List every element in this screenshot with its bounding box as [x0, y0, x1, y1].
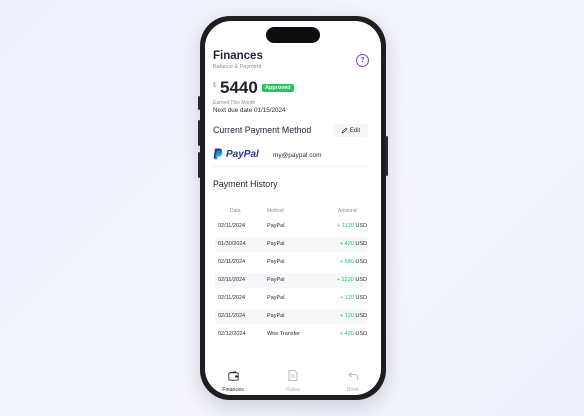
tab-label: Rates [286, 387, 300, 393]
row-amount: + 120 USD [340, 295, 367, 301]
row-method: PayPal [267, 277, 285, 283]
table-row[interactable]: 02/11/2024 PayPal + 580 USD [215, 255, 367, 270]
currency-symbol: $ [213, 83, 217, 89]
balance-amount: 5440 [220, 78, 258, 97]
phone-frame: Finances Balance & Payment ? $ 5440 Appr… [198, 16, 388, 400]
divider [213, 166, 369, 167]
row-currency: USD [355, 223, 367, 229]
row-date: 02/11/2024 [218, 313, 246, 319]
payment-method-title: Current Payment Method [213, 125, 312, 135]
row-amount-value: + 580 [340, 259, 354, 265]
paypal-p-icon [213, 148, 223, 160]
table-row[interactable]: 02/11/2024 PayPal + 120 USD [215, 309, 367, 324]
row-amount-number: 580 [344, 259, 354, 265]
tab-bar: Finances Rates Book [205, 364, 381, 395]
column-header-method: Method [267, 208, 284, 214]
table-row[interactable]: 02/11/2024 PayPal + 120 USD [215, 291, 367, 306]
page-title: Finances [213, 50, 263, 62]
row-amount-number: 1120 [342, 223, 354, 229]
row-date: 02/11/2024 [218, 277, 246, 283]
row-currency: USD [355, 295, 367, 301]
row-amount: + 120 USD [340, 313, 367, 319]
wallet-icon [227, 371, 239, 381]
column-header-amount: Amound [338, 208, 357, 214]
row-date: 01/30/2024 [218, 241, 246, 247]
edit-label: Edit [349, 127, 361, 134]
row-amount: + 580 USD [340, 259, 367, 265]
document-icon [288, 370, 298, 381]
row-currency: USD [355, 259, 367, 265]
row-date: 02/12/2024 [218, 331, 246, 337]
row-amount-value: + 120 [340, 295, 354, 301]
row-method: PayPal [267, 223, 285, 229]
row-amount-sign: + [339, 313, 344, 319]
row-amount: + 2220 USD [337, 277, 367, 283]
paypal-email: my@paypal.com [273, 152, 322, 159]
earned-label: Earned This Month [213, 100, 256, 106]
row-method: Wire Transfer [267, 331, 301, 337]
row-currency: USD [355, 331, 367, 337]
power-button [386, 136, 388, 176]
edit-button[interactable]: Edit [333, 124, 368, 137]
row-amount-sign: + [339, 241, 344, 247]
row-amount: + 1120 USD [337, 223, 367, 229]
row-amount-value: + 420 [340, 241, 354, 247]
row-method: PayPal [267, 259, 285, 265]
row-currency: USD [355, 277, 367, 283]
undo-icon [347, 371, 358, 381]
row-currency: USD [355, 241, 367, 247]
row-amount-sign: + [337, 223, 341, 229]
row-amount-sign: + [336, 277, 341, 283]
row-amount-number: 420 [344, 241, 354, 247]
row-amount: + 420 USD [340, 331, 367, 337]
row-amount: + 420 USD [340, 241, 367, 247]
row-amount-value: + 1120 [337, 223, 354, 229]
app-screen: Finances Balance & Payment ? $ 5440 Appr… [205, 21, 381, 395]
silent-switch [198, 96, 200, 110]
table-row[interactable]: 02/11/2024 PayPal + 1120 USD [215, 219, 367, 234]
help-icon[interactable]: ? [356, 54, 369, 67]
row-amount-number: 120 [344, 313, 354, 319]
tab-label: Finances [222, 387, 244, 393]
tab-finances[interactable]: Finances [213, 368, 253, 393]
row-amount-number: 2220 [341, 277, 354, 283]
row-currency: USD [355, 313, 367, 319]
table-row[interactable]: 02/12/2024 Wire Transfer + 420 USD [215, 327, 367, 342]
paypal-logo: PayPal [213, 148, 259, 160]
status-badge: Approved [262, 84, 294, 92]
tab-book[interactable]: Book [333, 368, 373, 393]
row-date: 02/11/2024 [218, 259, 246, 265]
volume-down-button [198, 152, 200, 178]
paypal-wordmark: PayPal [226, 148, 259, 160]
dynamic-island [266, 27, 320, 43]
tab-rates[interactable]: Rates [273, 368, 313, 393]
row-method: PayPal [267, 241, 285, 247]
row-amount-value: + 420 [340, 331, 354, 337]
table-row[interactable]: 01/30/2024 PayPal + 420 USD [215, 237, 367, 252]
next-due-date: Next due date 01/15/2024 [213, 107, 286, 114]
table-row[interactable]: 02/11/2024 PayPal + 2220 USD [215, 273, 367, 288]
row-amount-sign: + [339, 295, 344, 301]
row-amount-sign: + [339, 331, 344, 337]
row-method: PayPal [267, 295, 285, 301]
row-date: 02/11/2024 [218, 223, 246, 229]
page-subtitle: Balance & Payment [213, 64, 262, 70]
column-header-date: Data [230, 208, 241, 214]
row-amount-value: + 120 [340, 313, 354, 319]
row-amount-value: + 2220 [337, 277, 354, 283]
payment-history-title: Payment History [213, 179, 278, 189]
row-amount-number: 120 [344, 295, 354, 301]
tab-label: Book [346, 387, 360, 393]
row-method: PayPal [267, 313, 285, 319]
row-amount-number: 420 [344, 331, 354, 337]
volume-up-button [198, 120, 200, 146]
row-date: 02/11/2024 [218, 295, 246, 301]
row-amount-sign: + [339, 259, 344, 265]
pencil-icon [341, 127, 348, 134]
